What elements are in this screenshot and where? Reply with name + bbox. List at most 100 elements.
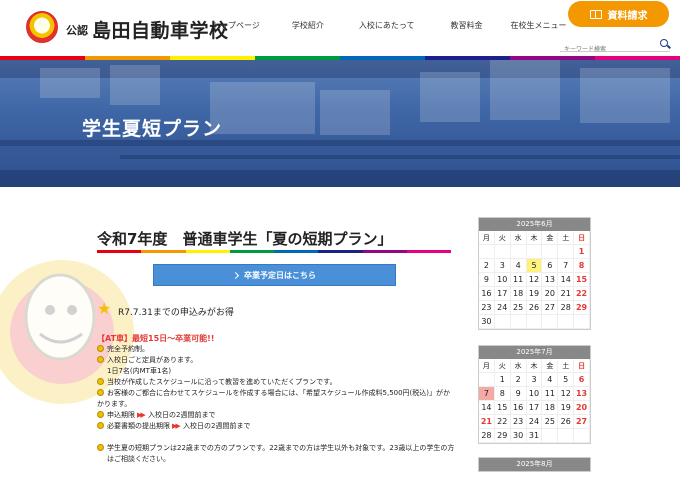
- calendar-day[interactable]: 1: [574, 245, 590, 259]
- calendar-day[interactable]: 3: [526, 373, 543, 387]
- weekday-header: 月: [479, 359, 495, 373]
- calendar-day[interactable]: 20: [542, 287, 559, 301]
- calendar-day[interactable]: 22: [494, 415, 511, 429]
- calendar-day[interactable]: 9: [510, 387, 527, 401]
- search-icon[interactable]: [660, 39, 668, 47]
- calendar-day[interactable]: 30: [510, 429, 527, 443]
- calendar-day[interactable]: 28: [558, 301, 575, 315]
- calendar-day[interactable]: 23: [479, 301, 495, 315]
- calendar-day[interactable]: 10: [494, 273, 511, 287]
- nav-admission[interactable]: 入校にあたって: [359, 20, 415, 31]
- calendar-day[interactable]: 11: [510, 273, 527, 287]
- calendar-day: [542, 315, 559, 329]
- calendar-day[interactable]: 30: [479, 315, 495, 329]
- calendar-day[interactable]: 24: [526, 415, 543, 429]
- calendar-day[interactable]: 20: [574, 401, 590, 415]
- calendar-day: [574, 315, 590, 329]
- weekday-header: 木: [526, 231, 543, 245]
- calendar-day: [574, 429, 590, 443]
- request-materials-button[interactable]: 資料請求: [568, 1, 669, 27]
- calendar-day[interactable]: 29: [494, 429, 511, 443]
- calendar-day[interactable]: 27: [574, 415, 590, 429]
- site-header: 公認 島田自動車学校 トップページ 学校紹介 入校にあたって 教習料金 在校生メ…: [0, 0, 680, 57]
- calendar-day[interactable]: 2: [479, 259, 495, 273]
- calendar-day: [526, 315, 543, 329]
- calendar-day[interactable]: 21: [479, 415, 495, 429]
- coin-bullet-icon: [97, 422, 104, 429]
- calendar-day[interactable]: 26: [558, 415, 575, 429]
- calendar-day: [510, 315, 527, 329]
- graduation-date-button[interactable]: 卒業予定日はこちら: [153, 264, 396, 286]
- calendar-day[interactable]: 7: [558, 259, 575, 273]
- calendar-day[interactable]: 27: [542, 301, 559, 315]
- calendar-day[interactable]: 16: [510, 401, 527, 415]
- calendar-day[interactable]: 21: [558, 287, 575, 301]
- calendar-day[interactable]: 15: [494, 401, 511, 415]
- calendar-day[interactable]: 2: [510, 373, 527, 387]
- calendar-day[interactable]: 23: [510, 415, 527, 429]
- calendar-day[interactable]: 24: [494, 301, 511, 315]
- calendar-day[interactable]: 11: [542, 387, 559, 401]
- calendar-day[interactable]: 6: [542, 259, 559, 273]
- calendar-day[interactable]: 16: [479, 287, 495, 301]
- weekday-header: 月: [479, 231, 495, 245]
- calendar-day[interactable]: 25: [542, 415, 559, 429]
- calendar-day[interactable]: 1: [494, 373, 511, 387]
- calendar-day[interactable]: 5: [526, 259, 543, 273]
- logo-certified-label: 公認: [66, 24, 88, 37]
- calendar-day[interactable]: 29: [574, 301, 590, 315]
- calendar-day[interactable]: 8: [494, 387, 511, 401]
- calendar-day[interactable]: 4: [510, 259, 527, 273]
- mascot-logo-icon[interactable]: [26, 11, 58, 43]
- search-box: [560, 36, 670, 57]
- calendar-day[interactable]: 25: [510, 301, 527, 315]
- list-item: お客様のご都合に合わせてスケジュールを作成する場合には、「希望スケジュール作成料…: [97, 388, 457, 399]
- calendar-day[interactable]: 14: [479, 401, 495, 415]
- chevron-right-icon: [231, 271, 240, 279]
- calendar-day[interactable]: 7: [479, 387, 495, 401]
- calendar-day[interactable]: 31: [526, 429, 543, 443]
- calendar-day[interactable]: 22: [574, 287, 590, 301]
- calendar-day: [479, 373, 495, 387]
- calendar-day[interactable]: 12: [558, 387, 575, 401]
- list-item: はご相談ください。: [107, 455, 170, 463]
- calendar-day[interactable]: 10: [526, 387, 543, 401]
- calendar-day[interactable]: 5: [558, 373, 575, 387]
- calendar-day[interactable]: 4: [542, 373, 559, 387]
- weekday-header: 土: [558, 359, 575, 373]
- calendar-day: [558, 315, 575, 329]
- calendar-grid: 月火水木金土日 1 2 3 4 5 6 7 8 9 10 11 12 13 14 15 16 17 18 19 20 21…: [479, 231, 590, 329]
- at-headline: 【AT車】最短15日～卒業可能!!: [97, 334, 215, 343]
- calendar-day[interactable]: 28: [479, 429, 495, 443]
- nav-fees[interactable]: 教習料金: [450, 20, 482, 31]
- calendar-day[interactable]: 18: [542, 401, 559, 415]
- search-input[interactable]: [560, 42, 652, 57]
- calendar-day[interactable]: 12: [526, 273, 543, 287]
- star-icon: ★: [97, 299, 112, 318]
- nav-student-menu[interactable]: 在校生メニュー: [510, 20, 566, 31]
- calendar-day[interactable]: 3: [494, 259, 511, 273]
- calendar-day: [494, 245, 511, 259]
- calendar-title: 2025年8月: [479, 458, 590, 471]
- calendar-day[interactable]: 15: [574, 273, 590, 287]
- calendar-day: [510, 245, 527, 259]
- calendar-day[interactable]: 19: [558, 401, 575, 415]
- nav-top[interactable]: トップページ: [212, 20, 260, 31]
- site-logo-name[interactable]: 島田自動車学校: [92, 16, 229, 43]
- calendar-day[interactable]: 9: [479, 273, 495, 287]
- calendar-day[interactable]: 17: [494, 287, 511, 301]
- calendar-day[interactable]: 13: [542, 273, 559, 287]
- calendar-day[interactable]: 6: [574, 373, 590, 387]
- list-item: 必要書類の提出期限 ▶▶ 入校日の2週間前まで: [97, 421, 457, 432]
- calendar-day: [558, 245, 575, 259]
- calendar-day[interactable]: 17: [526, 401, 543, 415]
- calendar-day[interactable]: 19: [526, 287, 543, 301]
- calendar-day[interactable]: 18: [510, 287, 527, 301]
- calendar-day[interactable]: 8: [574, 259, 590, 273]
- calendar-day[interactable]: 13: [574, 387, 590, 401]
- nav-about[interactable]: 学校紹介: [292, 20, 324, 31]
- list-item: 1日7名(内MT車1名): [107, 367, 172, 375]
- weekday-header: 日: [574, 359, 590, 373]
- calendar-day[interactable]: 14: [558, 273, 575, 287]
- calendar-day[interactable]: 26: [526, 301, 543, 315]
